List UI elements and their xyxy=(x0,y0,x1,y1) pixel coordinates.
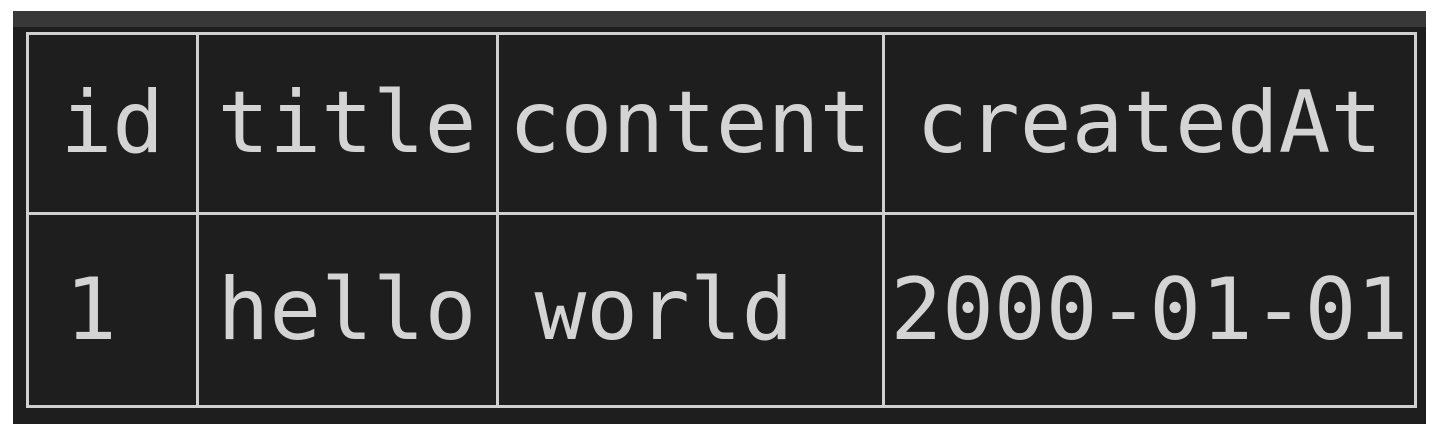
terminal-window: id title content createdAt 1 hello world… xyxy=(13,11,1426,424)
query-result-table: id title content createdAt 1 hello world… xyxy=(29,35,1414,405)
table-header-row: id title content createdAt xyxy=(29,35,1414,215)
terminal-title-bar xyxy=(13,11,1426,27)
column-header-id: id xyxy=(29,35,199,215)
cell-createdat: 2000-01-01 xyxy=(881,211,1414,405)
column-header-createdat: createdAt xyxy=(881,35,1414,215)
cell-title: hello xyxy=(195,211,499,405)
column-header-content: content xyxy=(495,35,885,215)
cell-content: world xyxy=(495,211,885,405)
cell-id: 1 xyxy=(29,211,199,405)
table-row: 1 hello world 2000-01-01 xyxy=(29,211,1414,405)
result-table-frame: id title content createdAt 1 hello world… xyxy=(26,32,1417,408)
column-header-title: title xyxy=(195,35,499,215)
